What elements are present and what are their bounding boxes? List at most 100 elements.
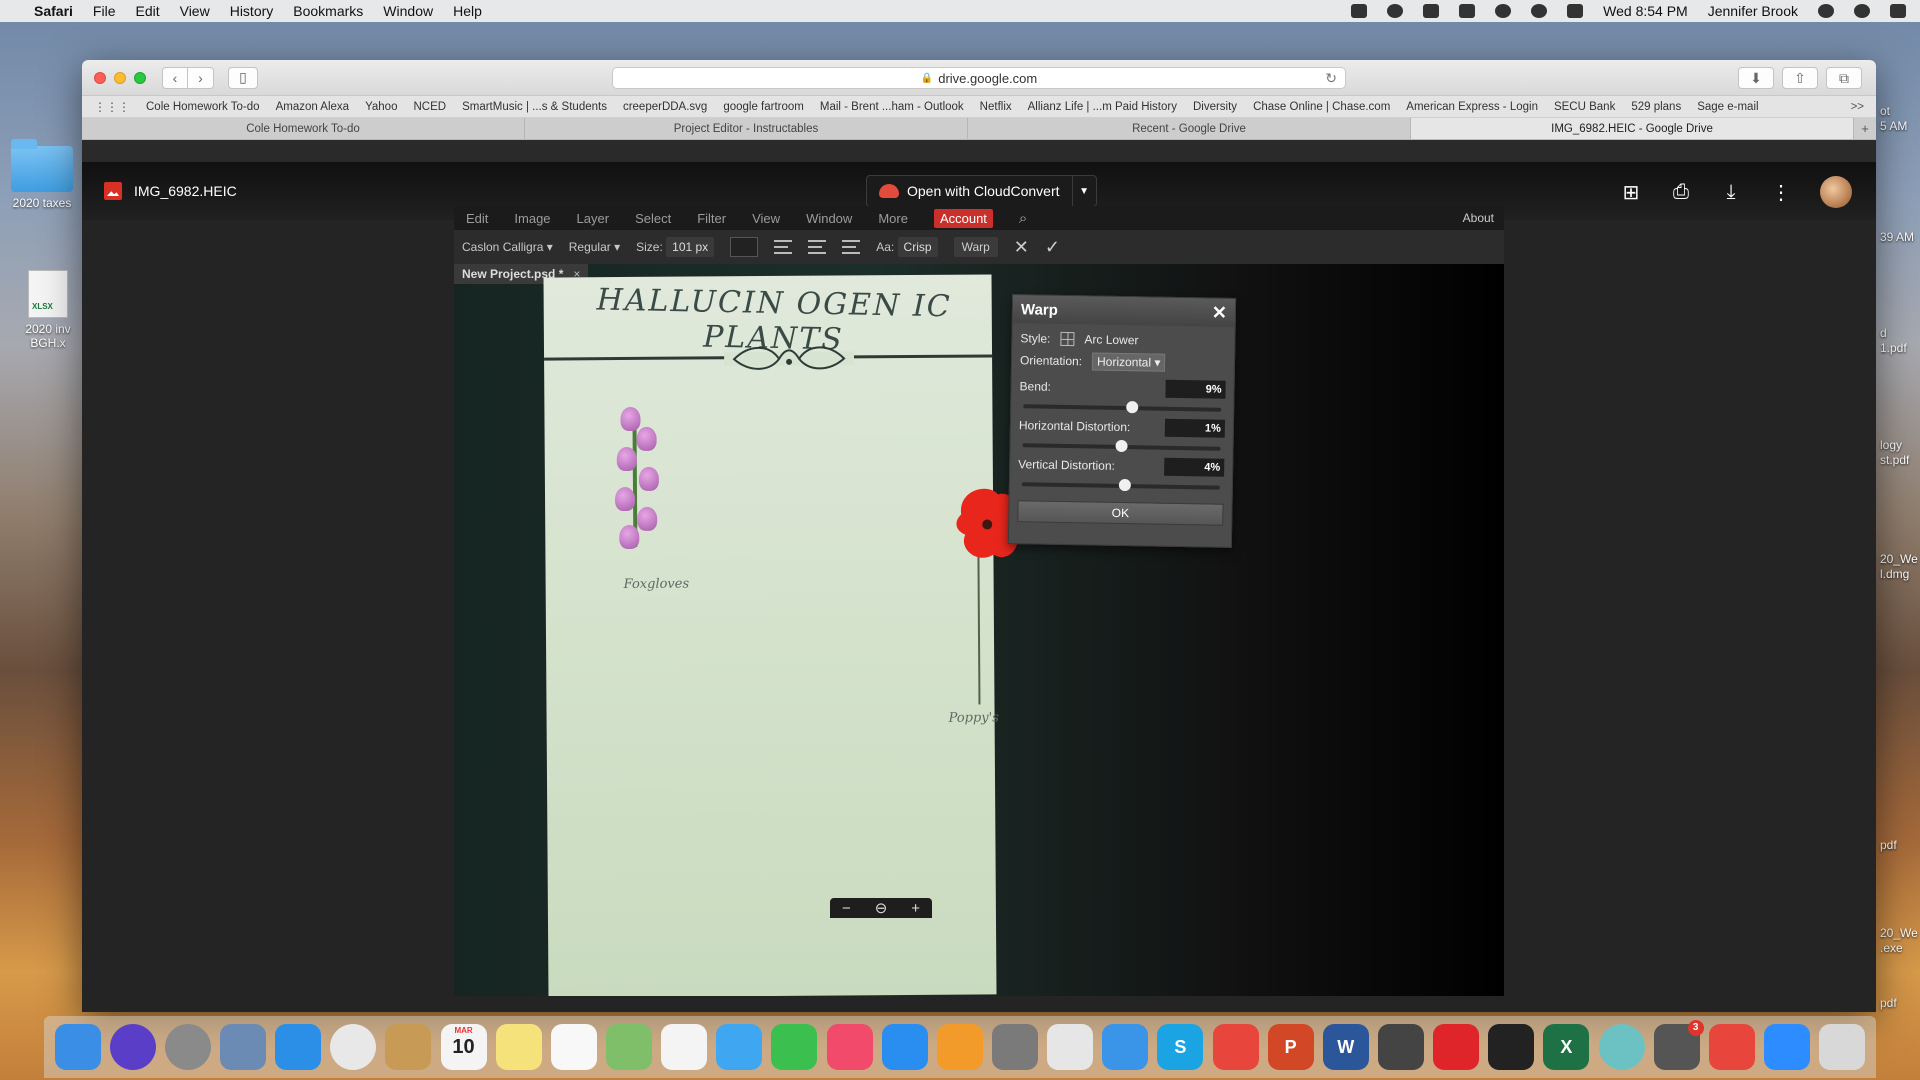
menu-view[interactable]: View [180, 3, 210, 19]
dock-anydesk-icon[interactable] [1708, 1024, 1755, 1070]
sidebar-toggle-button[interactable]: ▯ [228, 66, 258, 89]
desktop-item-label[interactable]: 20_We l.dmg [1880, 552, 1918, 582]
open-with-button[interactable]: Open with CloudConvert ▼ [866, 175, 1097, 207]
bookmark-item[interactable]: Allianz Life | ...m Paid History [1028, 101, 1177, 113]
malwarebytes-icon[interactable] [1423, 4, 1440, 18]
menu-clock[interactable]: Wed 8:54 PM [1603, 3, 1688, 19]
dock-app-store-icon[interactable] [881, 1024, 928, 1070]
desktop-item-label[interactable]: d 1.pdf [1880, 326, 1907, 356]
desktop-item-label[interactable]: pdf [1880, 996, 1897, 1011]
menu-app-name[interactable]: Safari [34, 3, 73, 19]
dock-pdf-expert-icon[interactable] [1212, 1024, 1259, 1070]
airplay-icon[interactable] [1459, 4, 1476, 18]
bookmark-item[interactable]: Sage e-mail [1697, 101, 1758, 113]
bookmarks-overflow-button[interactable]: >> [1851, 101, 1864, 113]
bookmark-item[interactable]: google fartroom [723, 101, 804, 113]
minimize-window-button[interactable] [114, 71, 126, 84]
bookmark-item[interactable]: Mail - Brent ...ham - Outlook [820, 101, 964, 113]
dock-calendar-icon[interactable]: 10 MAR [440, 1024, 487, 1070]
dock-safari-icon[interactable] [275, 1024, 322, 1070]
menu-file[interactable]: File [93, 3, 116, 19]
open-with-dropdown-button[interactable]: ▼ [1071, 176, 1096, 206]
download-icon[interactable]: ⤓ [1720, 181, 1742, 204]
dock-notefile-icon[interactable] [385, 1024, 432, 1070]
menu-user[interactable]: Jennifer Brook [1708, 3, 1798, 19]
bookmark-item[interactable]: Diversity [1193, 101, 1237, 113]
dock-reminders-icon[interactable] [550, 1024, 597, 1070]
tab-project-editor[interactable]: Project Editor - Instructables [525, 118, 968, 139]
dock-music-icon[interactable] [826, 1024, 873, 1070]
dock-quicktime-icon[interactable] [1598, 1024, 1645, 1070]
bookmark-item[interactable]: NCED [413, 101, 446, 113]
bookmark-item[interactable]: American Express - Login [1406, 101, 1538, 113]
new-tab-button[interactable]: + [1854, 118, 1876, 139]
volume-icon[interactable] [1567, 4, 1584, 18]
tab-overview-button[interactable]: ⧉ [1826, 67, 1862, 89]
bookmark-item[interactable]: SmartMusic | ...s & Students [462, 101, 607, 113]
dock-notes-icon[interactable] [495, 1024, 542, 1070]
print-icon[interactable]: ⎙ [1670, 181, 1692, 204]
bookmark-item[interactable]: Netflix [980, 101, 1012, 113]
dock-acrobat-reader-icon[interactable] [1488, 1024, 1535, 1070]
bookmark-item[interactable]: SECU Bank [1554, 101, 1615, 113]
dock-migration-icon[interactable] [1102, 1024, 1149, 1070]
tab-cole-homework[interactable]: Cole Homework To-do [82, 118, 525, 139]
dock-siri-icon[interactable] [109, 1024, 156, 1070]
dock-word-icon[interactable]: W [1322, 1024, 1369, 1070]
dock-printer-icon[interactable]: 3 [1653, 1020, 1704, 1070]
bookmark-item[interactable]: Amazon Alexa [276, 101, 350, 113]
dock-zoom-icon[interactable] [1763, 1024, 1810, 1070]
dock-excel-icon[interactable]: X [1543, 1024, 1590, 1070]
more-options-icon[interactable]: ⋮ [1770, 180, 1792, 205]
zoom-reset-icon[interactable]: ⊖ [875, 899, 888, 917]
forward-button[interactable]: › [188, 66, 214, 89]
screen-record-icon[interactable] [1351, 4, 1368, 18]
menu-edit[interactable]: Edit [135, 3, 159, 19]
dock-roblox-icon[interactable] [1047, 1024, 1094, 1070]
dock-preview-icon[interactable] [219, 1024, 266, 1070]
zoom-in-icon[interactable]: + [911, 900, 920, 917]
zoom-out-icon[interactable]: − [842, 900, 851, 917]
desktop-item-label[interactable]: 39 AM [1880, 230, 1914, 245]
fullscreen-window-button[interactable] [134, 71, 146, 84]
tab-recent-drive[interactable]: Recent - Google Drive [968, 118, 1411, 139]
menu-history[interactable]: History [230, 3, 274, 19]
desktop-folder-2020-taxes[interactable]: 2020 taxes [4, 139, 80, 210]
menu-bookmarks[interactable]: Bookmarks [293, 3, 363, 19]
dock-acrobat-icon[interactable] [1433, 1024, 1480, 1070]
notification-center-icon[interactable] [1890, 4, 1906, 18]
dock-photos-icon[interactable] [661, 1024, 708, 1070]
dock-books-icon[interactable] [936, 1024, 983, 1070]
desktop-item-label[interactable]: 20_We .exe [1880, 926, 1918, 956]
siri-icon[interactable] [1854, 4, 1870, 18]
bookmark-item[interactable]: Chase Online | Chase.com [1253, 101, 1390, 113]
downloads-button[interactable]: ⬇ [1738, 67, 1774, 89]
dock-trash-icon[interactable] [1819, 1024, 1866, 1070]
dock-skype-icon[interactable]: S [1157, 1024, 1204, 1070]
dock-launchpad-icon[interactable] [164, 1024, 211, 1070]
open-with-main[interactable]: Open with CloudConvert [867, 176, 1072, 206]
bookmark-item[interactable]: Cole Homework To-do [146, 101, 260, 113]
share-button[interactable]: ⇧ [1782, 67, 1818, 89]
wifi-icon[interactable] [1531, 4, 1548, 18]
dock-messages-icon[interactable] [716, 1024, 763, 1070]
add-comment-icon[interactable]: ⊞ [1620, 180, 1642, 205]
sync-icon[interactable] [1387, 4, 1404, 18]
grid-icon[interactable]: ⋮⋮⋮ [94, 100, 130, 114]
avatar[interactable] [1820, 176, 1852, 208]
dock-system-preferences-icon[interactable] [991, 1024, 1038, 1070]
tab-img-6982[interactable]: IMG_6982.HEIC - Google Drive [1411, 118, 1854, 139]
bluetooth-icon[interactable] [1495, 4, 1512, 18]
menu-window[interactable]: Window [383, 3, 433, 19]
bookmark-item[interactable]: creeperDDA.svg [623, 101, 707, 113]
desktop-item-label[interactable]: ot 5 AM [1880, 104, 1907, 134]
desktop-item-label[interactable]: pdf [1880, 838, 1897, 853]
desktop-item-label[interactable]: logy st.pdf [1880, 438, 1909, 468]
dock-vpn-icon[interactable] [1377, 1024, 1424, 1070]
dock-powerpoint-icon[interactable]: P [1267, 1024, 1314, 1070]
dock-finder-icon[interactable] [54, 1024, 101, 1070]
back-button[interactable]: ‹ [162, 66, 188, 89]
bookmark-item[interactable]: 529 plans [1631, 101, 1681, 113]
dock-facetime-icon[interactable] [771, 1024, 818, 1070]
desktop-file-2020-inv[interactable]: XLSX 2020 inv BGH.x [10, 270, 86, 350]
